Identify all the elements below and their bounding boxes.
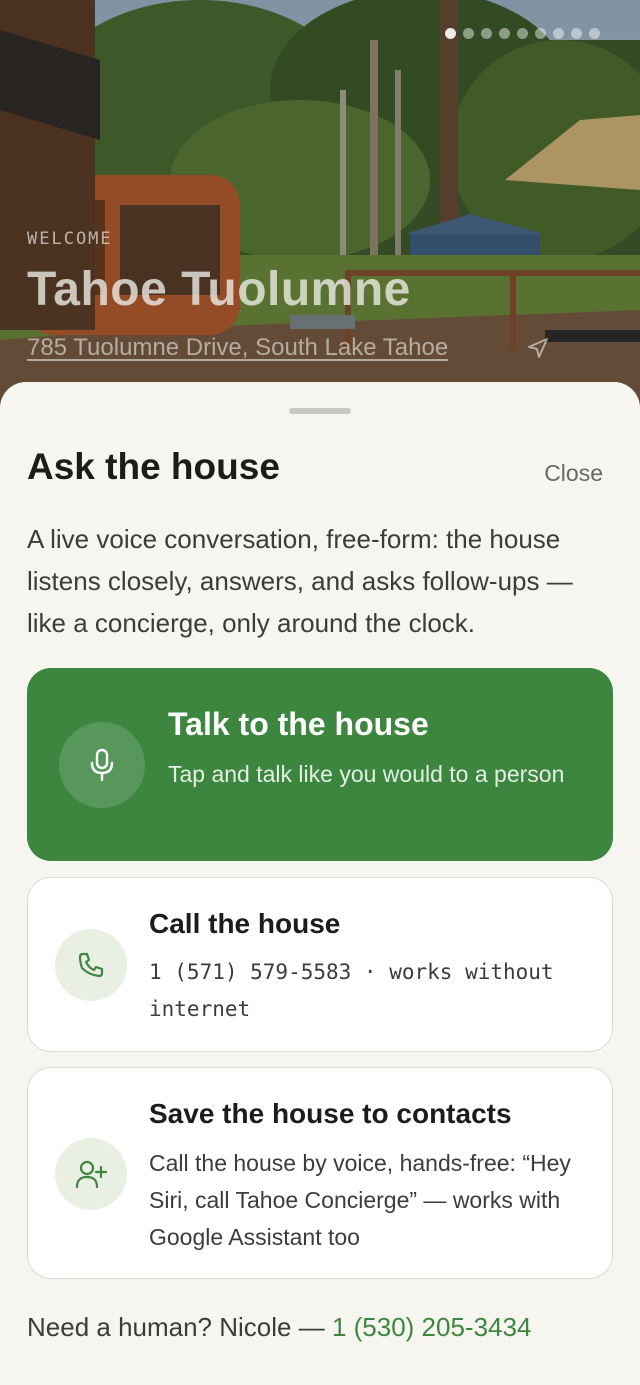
carousel-dot[interactable] bbox=[517, 28, 528, 39]
microphone-icon-circle bbox=[59, 722, 145, 808]
microphone-icon bbox=[90, 748, 114, 782]
save-title: Save the house to contacts bbox=[149, 1098, 512, 1129]
carousel-dot[interactable] bbox=[589, 28, 600, 39]
property-title: Tahoe Tuolumne bbox=[27, 263, 411, 316]
save-subtitle: Call the house by voice, hands-free: “He… bbox=[149, 1150, 571, 1250]
carousel-dot[interactable] bbox=[499, 28, 510, 39]
sheet-drag-handle[interactable] bbox=[289, 408, 351, 414]
carousel-dot[interactable] bbox=[445, 28, 456, 39]
carousel-indicator[interactable] bbox=[445, 28, 600, 39]
carousel-dot[interactable] bbox=[481, 28, 492, 39]
phone-icon bbox=[78, 952, 104, 978]
human-contact-footer: Need a human? Nicole — 1 (530) 205-3434 bbox=[27, 1312, 531, 1343]
carousel-dot[interactable] bbox=[463, 28, 474, 39]
close-button[interactable]: Close bbox=[544, 460, 603, 487]
phone-icon-circle bbox=[55, 929, 127, 1001]
talk-title: Talk to the house bbox=[168, 706, 429, 742]
hero-photo: WELCOME Tahoe Tuolumne 785 Tuolumne Driv… bbox=[0, 0, 640, 420]
carousel-dot[interactable] bbox=[535, 28, 546, 39]
carousel-dot[interactable] bbox=[553, 28, 564, 39]
footer-prefix: Need a human? Nicole — bbox=[27, 1312, 332, 1342]
host-phone-link[interactable]: 1 (530) 205-3434 bbox=[332, 1312, 531, 1342]
sheet-title: Ask the house bbox=[27, 446, 280, 487]
carousel-dot[interactable] bbox=[571, 28, 582, 39]
sheet-description: A live voice conversation, free-form: th… bbox=[27, 524, 573, 638]
property-address-link[interactable]: 785 Tuolumne Drive, South Lake Tahoe bbox=[27, 334, 448, 362]
welcome-label: WELCOME bbox=[27, 229, 113, 249]
talk-subtitle: Tap and talk like you would to a person bbox=[168, 761, 565, 787]
call-house-button[interactable]: Call the house 1 (571) 579-5583 · works … bbox=[27, 877, 613, 1052]
call-subtitle: 1 (571) 579-5583 · works without interne… bbox=[149, 960, 554, 1021]
talk-to-house-button[interactable]: Talk to the house Tap and talk like you … bbox=[27, 668, 613, 861]
add-contact-icon bbox=[75, 1160, 107, 1189]
navigation-arrow-icon[interactable] bbox=[526, 336, 550, 360]
ask-the-house-sheet: Ask the house Close A live voice convers… bbox=[0, 382, 640, 1385]
call-title: Call the house bbox=[149, 908, 341, 939]
save-to-contacts-button[interactable]: Save the house to contacts Call the hous… bbox=[27, 1067, 613, 1279]
add-contact-icon-circle bbox=[55, 1138, 127, 1210]
